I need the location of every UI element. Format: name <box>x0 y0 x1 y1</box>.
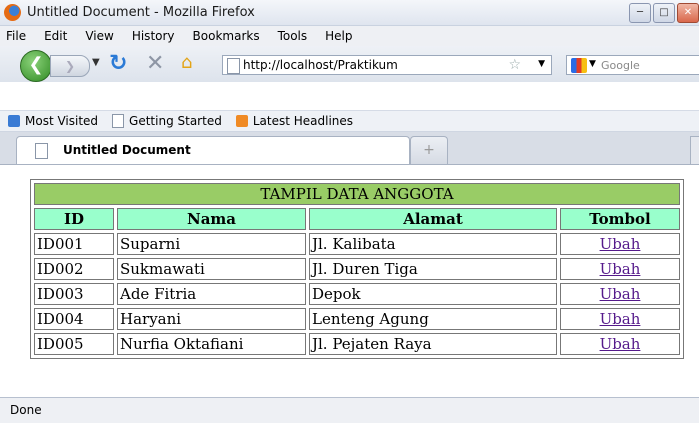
most-visited-icon <box>8 115 20 127</box>
reload-icon[interactable]: ↻ <box>109 51 127 76</box>
page-icon <box>35 143 48 159</box>
history-dropdown-icon[interactable]: ▼ <box>92 57 100 68</box>
menu-edit[interactable]: Edit <box>44 29 67 43</box>
bookmark-label: Getting Started <box>129 114 222 128</box>
url-bar[interactable]: http://localhost/Praktikum ☆ ▼ <box>222 55 552 75</box>
bookmark-getting-started[interactable]: Getting Started <box>112 114 222 128</box>
status-text: Done <box>10 403 42 417</box>
bookmarks-toolbar: Most Visited Getting Started Latest Head… <box>0 110 699 132</box>
rss-icon <box>235 115 248 127</box>
cell-id: ID005 <box>34 333 114 355</box>
cell-tombol: Ubah <box>560 308 680 330</box>
window-title: Untitled Document - Mozilla Firefox <box>27 5 255 20</box>
menu-help[interactable]: Help <box>325 29 352 43</box>
cell-nama: Sukmawati <box>117 258 306 280</box>
cell-tombol: Ubah <box>560 233 680 255</box>
menu-file[interactable]: File <box>6 29 26 43</box>
firefox-logo-icon <box>4 4 21 21</box>
status-bar: Done <box>0 397 699 423</box>
tab-scroll-button[interactable] <box>690 136 699 165</box>
navigation-toolbar: ❮ ❯ ▼ ↻ ✕ ⌂ http://localhost/Praktikum ☆… <box>0 46 699 82</box>
cell-nama: Haryani <box>117 308 306 330</box>
cell-nama: Suparni <box>117 233 306 255</box>
column-header-nama: Nama <box>117 208 306 230</box>
menu-view[interactable]: View <box>85 29 113 43</box>
cell-tombol: Ubah <box>560 283 680 305</box>
cell-tombol: Ubah <box>560 333 680 355</box>
table-row: ID003 Ade Fitria Depok Ubah <box>34 283 680 305</box>
table-caption: TAMPIL DATA ANGGOTA <box>34 183 680 205</box>
ubah-link[interactable]: Ubah <box>600 260 641 278</box>
column-header-id: ID <box>34 208 114 230</box>
bookmark-label: Latest Headlines <box>252 114 354 128</box>
google-engine-icon[interactable] <box>571 58 587 73</box>
search-input[interactable]: Google <box>601 59 640 72</box>
window-controls: ─ □ ✕ <box>629 3 699 23</box>
cell-alamat: Jl. Duren Tiga <box>309 258 557 280</box>
cell-alamat: Jl. Kalibata <box>309 233 557 255</box>
table-row: ID004 Haryani Lenteng Agung Ubah <box>34 308 680 330</box>
search-bar[interactable]: ▼ Google <box>566 55 699 75</box>
home-icon[interactable]: ⌂ <box>181 52 192 73</box>
maximize-icon[interactable]: □ <box>653 3 675 23</box>
menu-history[interactable]: History <box>132 29 175 43</box>
ubah-link[interactable]: Ubah <box>600 335 641 353</box>
stop-icon[interactable]: ✕ <box>146 51 164 76</box>
table-row: ID005 Nurfia Oktafiani Jl. Pejaten Raya … <box>34 333 680 355</box>
new-tab-button[interactable]: + <box>410 136 448 164</box>
cell-id: ID004 <box>34 308 114 330</box>
cell-nama: Ade Fitria <box>117 283 306 305</box>
ubah-link[interactable]: Ubah <box>600 235 641 253</box>
bookmark-label: Most Visited <box>25 114 99 128</box>
page-icon <box>112 114 125 128</box>
back-button[interactable]: ❮ <box>20 50 52 82</box>
tab-untitled-document[interactable]: Untitled Document <box>16 136 410 164</box>
table-row: ID001 Suparni Jl. Kalibata Ubah <box>34 233 680 255</box>
menu-tools[interactable]: Tools <box>278 29 308 43</box>
ubah-link[interactable]: Ubah <box>600 310 641 328</box>
minimize-icon[interactable]: ─ <box>629 3 651 23</box>
tab-label: Untitled Document <box>63 143 191 157</box>
ubah-link[interactable]: Ubah <box>600 285 641 303</box>
cell-id: ID003 <box>34 283 114 305</box>
tab-bar: Untitled Document + <box>0 132 699 165</box>
forward-button[interactable]: ❯ <box>50 55 90 77</box>
cell-id: ID001 <box>34 233 114 255</box>
column-header-alamat: Alamat <box>309 208 557 230</box>
bookmark-latest-headlines[interactable]: Latest Headlines <box>235 114 354 128</box>
table-row: ID002 Sukmawati Jl. Duren Tiga Ubah <box>34 258 680 280</box>
cell-alamat: Depok <box>309 283 557 305</box>
engine-dropdown-icon[interactable]: ▼ <box>589 59 596 69</box>
member-table: TAMPIL DATA ANGGOTA ID Nama Alamat Tombo… <box>30 179 684 359</box>
cell-nama: Nurfia Oktafiani <box>117 333 306 355</box>
cell-id: ID002 <box>34 258 114 280</box>
column-header-tombol: Tombol <box>560 208 680 230</box>
menu-bar: File Edit View History Bookmarks Tools H… <box>0 26 699 46</box>
bookmark-star-icon[interactable]: ☆ <box>508 57 521 73</box>
menu-bookmarks[interactable]: Bookmarks <box>193 29 260 43</box>
url-text[interactable]: http://localhost/Praktikum <box>243 58 508 72</box>
cell-alamat: Jl. Pejaten Raya <box>309 333 557 355</box>
page-icon <box>227 58 240 74</box>
cell-tombol: Ubah <box>560 258 680 280</box>
bookmark-most-visited[interactable]: Most Visited <box>8 114 98 128</box>
title-bar: Untitled Document - Mozilla Firefox ─ □ … <box>0 0 699 26</box>
close-icon[interactable]: ✕ <box>677 3 699 23</box>
url-dropdown-icon[interactable]: ▼ <box>538 59 545 69</box>
cell-alamat: Lenteng Agung <box>309 308 557 330</box>
page-content: TAMPIL DATA ANGGOTA ID Nama Alamat Tombo… <box>0 164 699 398</box>
